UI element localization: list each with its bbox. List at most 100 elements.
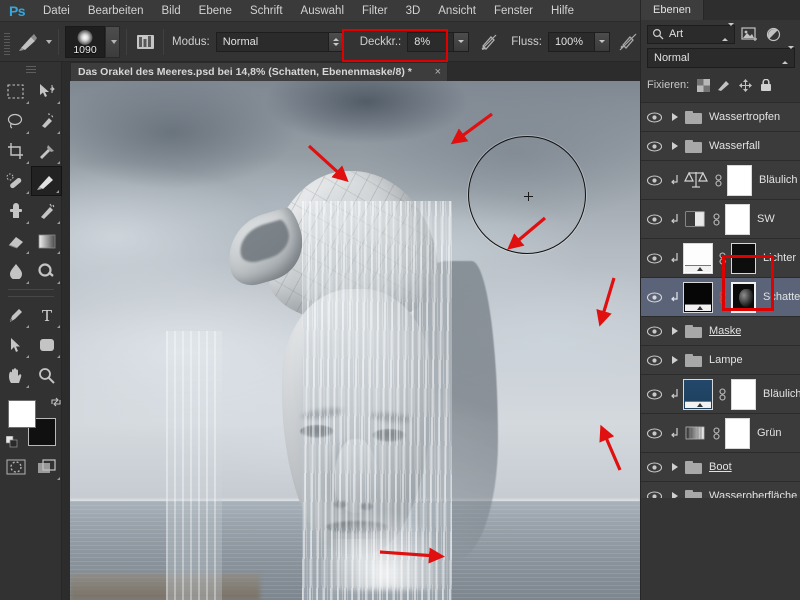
- layer-row-lichter[interactable]: Lichter: [641, 239, 800, 278]
- layer-name[interactable]: Lampe: [704, 354, 743, 366]
- clone-stamp-tool[interactable]: [0, 196, 31, 226]
- layer-row-blaeulich-2[interactable]: Bläulich: [641, 375, 800, 414]
- lock-all-icon[interactable]: [759, 78, 773, 92]
- pen-tool[interactable]: [0, 300, 31, 330]
- link-mask-icon[interactable]: [711, 173, 725, 187]
- quick-selection-tool[interactable]: [31, 106, 62, 136]
- tab-ebenen[interactable]: Ebenen: [641, 0, 704, 20]
- link-mask-icon[interactable]: [709, 426, 723, 440]
- layer-mask-thumbnail[interactable]: [723, 417, 752, 449]
- layer-name[interactable]: Schatten: [758, 291, 800, 303]
- visibility-toggle-icon[interactable]: [641, 161, 667, 199]
- link-mask-icon[interactable]: [709, 212, 723, 226]
- rounded-rectangle-tool[interactable]: [31, 330, 62, 360]
- group-expand-icon[interactable]: [667, 142, 683, 150]
- menu-item-auswahl[interactable]: Auswahl: [292, 0, 353, 22]
- brush-size-preview[interactable]: 1090: [65, 25, 105, 58]
- layer-mask-thumbnail[interactable]: [729, 242, 758, 274]
- lasso-tool[interactable]: [0, 106, 31, 136]
- layer-list[interactable]: Wassertropfen Wasserfall Bläulich SW Lic…: [641, 102, 800, 498]
- brush-tool-preset-icon[interactable]: [15, 29, 43, 55]
- layer-name[interactable]: Wasserfall: [704, 140, 760, 152]
- document-tab[interactable]: Das Orakel des Meeres.psd bei 14,8% (Sch…: [70, 62, 448, 81]
- swap-colors-icon[interactable]: [50, 396, 62, 408]
- brush-tool[interactable]: [31, 166, 62, 196]
- layer-row-wasseroberflaeche[interactable]: Wasseroberfläche: [641, 482, 800, 498]
- flow-input[interactable]: 100%: [547, 31, 610, 52]
- visibility-toggle-icon[interactable]: [641, 317, 667, 345]
- group-expand-icon[interactable]: [667, 356, 683, 364]
- menu-item-bild[interactable]: Bild: [152, 0, 189, 22]
- group-expand-icon[interactable]: [667, 113, 683, 121]
- opacity-input[interactable]: 8%: [407, 31, 470, 52]
- visibility-toggle-icon[interactable]: [641, 482, 667, 498]
- type-tool[interactable]: T: [31, 300, 62, 330]
- menu-item-filter[interactable]: Filter: [353, 0, 397, 22]
- layer-name[interactable]: SW: [752, 213, 775, 225]
- link-mask-icon[interactable]: [715, 387, 729, 401]
- menu-item-3d[interactable]: 3D: [397, 0, 430, 22]
- lock-paint-icon[interactable]: [717, 78, 731, 92]
- layer-name[interactable]: Wassertropfen: [704, 111, 780, 123]
- group-expand-icon[interactable]: [667, 327, 683, 335]
- spot-healing-brush-tool[interactable]: [0, 166, 31, 196]
- menu-item-ebene[interactable]: Ebene: [190, 0, 241, 22]
- link-mask-icon[interactable]: [715, 251, 729, 265]
- layer-mask-thumbnail[interactable]: [729, 378, 758, 410]
- close-icon[interactable]: ×: [435, 66, 441, 78]
- lock-transparency-icon[interactable]: [696, 78, 710, 92]
- adjustment-thumbnail-black-white[interactable]: [681, 209, 709, 229]
- menu-item-schrift[interactable]: Schrift: [241, 0, 292, 22]
- layer-row-wasserfall[interactable]: Wasserfall: [641, 132, 800, 161]
- opacity-pressure-icon[interactable]: [477, 29, 501, 55]
- link-mask-icon[interactable]: [715, 290, 729, 304]
- visibility-toggle-icon[interactable]: [641, 414, 667, 452]
- tool-preset-chevron-icon[interactable]: [46, 39, 52, 44]
- hand-tool[interactable]: [0, 360, 31, 390]
- default-colors-icon[interactable]: [5, 435, 18, 448]
- filter-kind-select[interactable]: Art: [647, 22, 735, 44]
- visibility-toggle-icon[interactable]: [641, 200, 667, 238]
- layer-row-lampe[interactable]: Lampe: [641, 346, 800, 375]
- visibility-toggle-icon[interactable]: [641, 239, 667, 277]
- layer-name[interactable]: Bläulich: [754, 174, 798, 186]
- path-selection-tool[interactable]: [0, 330, 31, 360]
- eraser-tool[interactable]: [0, 226, 31, 256]
- adjustment-thumbnail-levels[interactable]: [681, 242, 715, 274]
- menu-item-hilfe[interactable]: Hilfe: [542, 0, 583, 22]
- visibility-toggle-icon[interactable]: [641, 453, 667, 481]
- layer-mask-thumbnail[interactable]: [725, 164, 754, 196]
- layer-row-boot[interactable]: Boot: [641, 453, 800, 482]
- image-filter-icon[interactable]: [740, 25, 759, 44]
- tools-panel-grip[interactable]: [25, 66, 36, 74]
- history-brush-tool[interactable]: [31, 196, 62, 226]
- gradient-tool[interactable]: [31, 226, 62, 256]
- group-expand-icon[interactable]: [667, 463, 683, 471]
- layer-mask-thumbnail-active[interactable]: [729, 281, 758, 313]
- dodge-tool[interactable]: [31, 256, 62, 286]
- visibility-toggle-icon[interactable]: [641, 132, 667, 160]
- visibility-toggle-icon[interactable]: [641, 346, 667, 374]
- move-tool[interactable]: [31, 76, 62, 106]
- layer-name[interactable]: Maske: [704, 325, 741, 337]
- layer-name[interactable]: Bläulich: [758, 388, 800, 400]
- layer-blend-mode-select[interactable]: Normal: [647, 46, 795, 68]
- adjustment-thumbnail-gradient-map[interactable]: [681, 423, 709, 443]
- layer-mask-thumbnail[interactable]: [723, 203, 752, 235]
- layer-row-blaeulich-1[interactable]: Bläulich: [641, 161, 800, 200]
- menu-item-datei[interactable]: Datei: [34, 0, 79, 22]
- layer-row-schatten[interactable]: Schatten: [641, 278, 800, 317]
- blend-mode-select[interactable]: Normal: [215, 31, 344, 52]
- adjustment-thumbnail-levels-blue[interactable]: [681, 378, 715, 410]
- layer-name[interactable]: Wasseroberfläche: [704, 490, 797, 498]
- menu-item-bearbeiten[interactable]: Bearbeiten: [79, 0, 153, 22]
- eyedropper-tool[interactable]: [31, 136, 62, 166]
- visibility-toggle-icon[interactable]: [641, 278, 667, 316]
- screen-mode-icon[interactable]: [31, 452, 62, 482]
- layer-row-gruen[interactable]: Grün: [641, 414, 800, 453]
- adjustment-thumbnail-color-balance[interactable]: [681, 169, 711, 191]
- crop-tool[interactable]: [0, 136, 31, 166]
- adjustment-thumbnail-levels[interactable]: [681, 281, 715, 313]
- layer-row-maske[interactable]: Maske: [641, 317, 800, 346]
- foreground-color-swatch[interactable]: [8, 400, 36, 428]
